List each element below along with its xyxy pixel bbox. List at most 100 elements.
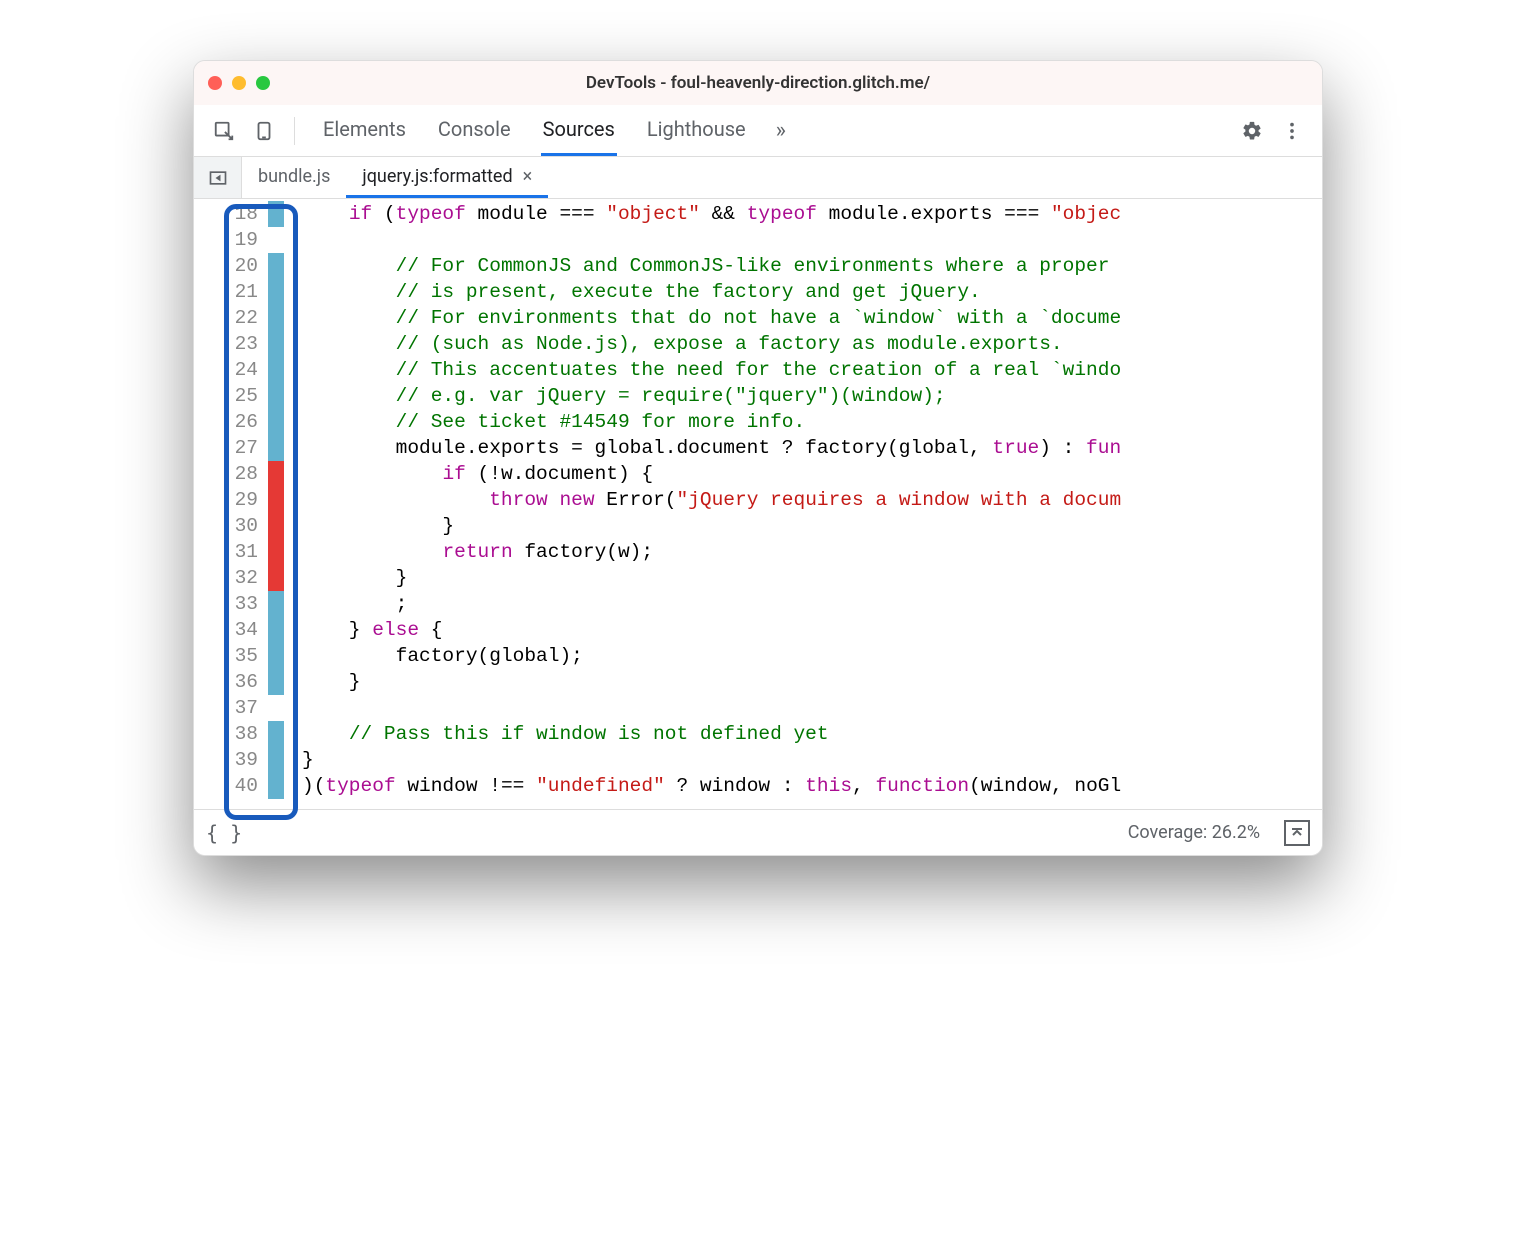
- line-number[interactable]: 31: [194, 539, 264, 565]
- tab-elements[interactable]: Elements: [321, 105, 408, 156]
- line-number[interactable]: 34: [194, 617, 264, 643]
- pretty-print-icon[interactable]: { }: [206, 821, 242, 845]
- more-tabs-button[interactable]: »: [776, 118, 786, 143]
- coverage-marker: [268, 487, 284, 513]
- line-number[interactable]: 32: [194, 565, 264, 591]
- traffic-lights: [208, 76, 270, 90]
- titlebar: DevTools - foul-heavenly-direction.glitc…: [194, 61, 1322, 105]
- coverage-label: Coverage: 26.2%: [1114, 822, 1274, 843]
- devtools-window: DevTools - foul-heavenly-direction.glitc…: [193, 60, 1323, 856]
- kebab-menu-icon[interactable]: [1276, 115, 1308, 147]
- line-number[interactable]: 26: [194, 409, 264, 435]
- line-number[interactable]: 30: [194, 513, 264, 539]
- code-line[interactable]: factory(global);: [302, 643, 1322, 669]
- code-line[interactable]: module.exports = global.document ? facto…: [302, 435, 1322, 461]
- line-number[interactable]: 23: [194, 331, 264, 357]
- file-tab-bundle[interactable]: bundle.js: [242, 157, 346, 198]
- coverage-marker: [268, 305, 284, 331]
- line-number[interactable]: 24: [194, 357, 264, 383]
- divider: [294, 117, 295, 145]
- coverage-marker: [268, 539, 284, 565]
- line-number[interactable]: 36: [194, 669, 264, 695]
- coverage-marker: [268, 383, 284, 409]
- code-line[interactable]: }: [302, 513, 1322, 539]
- panel-tabs: Elements Console Sources Lighthouse »: [321, 105, 1228, 156]
- coverage-marker: [268, 357, 284, 383]
- window-minimize-button[interactable]: [232, 76, 246, 90]
- tab-sources[interactable]: Sources: [541, 105, 617, 156]
- code-line[interactable]: // For environments that do not have a `…: [302, 305, 1322, 331]
- code-line[interactable]: if (!w.document) {: [302, 461, 1322, 487]
- code-line[interactable]: [302, 227, 1322, 253]
- code-line[interactable]: // For CommonJS and CommonJS-like enviro…: [302, 253, 1322, 279]
- file-tab-jquery[interactable]: jquery.js:formatted ×: [346, 157, 548, 198]
- coverage-marker: [268, 747, 284, 773]
- code-line[interactable]: // This accentuates the need for the cre…: [302, 357, 1322, 383]
- coverage-marker: [268, 721, 284, 747]
- editor-footer: { } Coverage: 26.2%: [194, 809, 1322, 855]
- close-tab-icon[interactable]: ×: [523, 166, 533, 187]
- coverage-gutter: [268, 199, 284, 809]
- coverage-marker: [268, 617, 284, 643]
- code-line[interactable]: }: [302, 669, 1322, 695]
- line-number[interactable]: 20: [194, 253, 264, 279]
- line-number[interactable]: 35: [194, 643, 264, 669]
- coverage-marker: [268, 565, 284, 591]
- code-line[interactable]: // is present, execute the factory and g…: [302, 279, 1322, 305]
- expand-up-icon[interactable]: [1284, 820, 1310, 846]
- window-close-button[interactable]: [208, 76, 222, 90]
- code-area[interactable]: if (typeof module === "object" && typeof…: [284, 199, 1322, 809]
- line-number-gutter: 1819202122232425262728293031323334353637…: [194, 199, 268, 809]
- line-number[interactable]: 38: [194, 721, 264, 747]
- code-line[interactable]: }: [302, 565, 1322, 591]
- code-line[interactable]: // e.g. var jQuery = require("jquery")(w…: [302, 383, 1322, 409]
- line-number[interactable]: 18: [194, 201, 264, 227]
- line-number[interactable]: 25: [194, 383, 264, 409]
- file-tab-label: bundle.js: [258, 166, 330, 187]
- coverage-marker: [268, 331, 284, 357]
- line-number[interactable]: 40: [194, 773, 264, 799]
- coverage-marker: [268, 435, 284, 461]
- coverage-marker: [268, 695, 284, 721]
- coverage-marker: [268, 643, 284, 669]
- line-number[interactable]: 22: [194, 305, 264, 331]
- tab-console[interactable]: Console: [436, 105, 513, 156]
- coverage-marker: [268, 279, 284, 305]
- code-line[interactable]: // See ticket #14549 for more info.: [302, 409, 1322, 435]
- navigator-toggle-icon[interactable]: [194, 157, 242, 198]
- line-number[interactable]: 29: [194, 487, 264, 513]
- code-line[interactable]: if (typeof module === "object" && typeof…: [302, 201, 1322, 227]
- line-number[interactable]: 27: [194, 435, 264, 461]
- file-tabbar: bundle.js jquery.js:formatted ×: [194, 157, 1322, 199]
- coverage-marker: [268, 461, 284, 487]
- window-maximize-button[interactable]: [256, 76, 270, 90]
- code-line[interactable]: return factory(w);: [302, 539, 1322, 565]
- code-line[interactable]: ;: [302, 591, 1322, 617]
- code-line[interactable]: // (such as Node.js), expose a factory a…: [302, 331, 1322, 357]
- coverage-marker: [268, 253, 284, 279]
- line-number[interactable]: 37: [194, 695, 264, 721]
- coverage-marker: [268, 513, 284, 539]
- line-number[interactable]: 28: [194, 461, 264, 487]
- line-number[interactable]: 39: [194, 747, 264, 773]
- settings-icon[interactable]: [1236, 115, 1268, 147]
- coverage-marker: [268, 409, 284, 435]
- code-line[interactable]: [302, 695, 1322, 721]
- editor-wrap: 1819202122232425262728293031323334353637…: [194, 199, 1322, 809]
- window-title: DevTools - foul-heavenly-direction.glitc…: [194, 73, 1322, 93]
- code-line[interactable]: // Pass this if window is not defined ye…: [302, 721, 1322, 747]
- code-line[interactable]: )(typeof window !== "undefined" ? window…: [302, 773, 1322, 799]
- coverage-marker: [268, 669, 284, 695]
- tab-lighthouse[interactable]: Lighthouse: [645, 105, 748, 156]
- coverage-marker: [268, 773, 284, 799]
- code-line[interactable]: throw new Error("jQuery requires a windo…: [302, 487, 1322, 513]
- code-editor[interactable]: 1819202122232425262728293031323334353637…: [194, 199, 1322, 809]
- line-number[interactable]: 33: [194, 591, 264, 617]
- inspect-element-icon[interactable]: [208, 115, 240, 147]
- device-toolbar-icon[interactable]: [248, 115, 280, 147]
- coverage-marker: [268, 591, 284, 617]
- line-number[interactable]: 19: [194, 227, 264, 253]
- code-line[interactable]: }: [302, 747, 1322, 773]
- line-number[interactable]: 21: [194, 279, 264, 305]
- code-line[interactable]: } else {: [302, 617, 1322, 643]
